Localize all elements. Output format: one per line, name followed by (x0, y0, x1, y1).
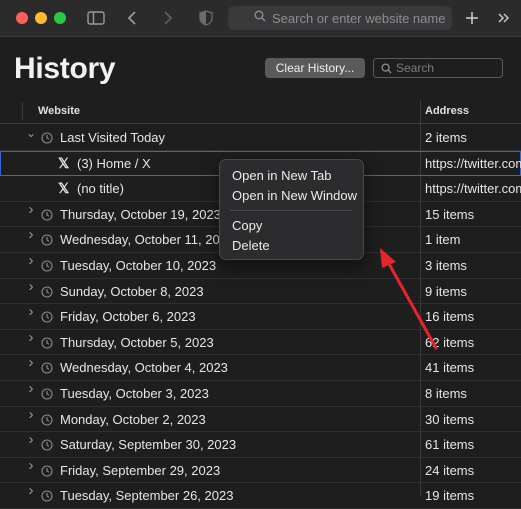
address-bar-placeholder: Search or enter website name (272, 10, 446, 26)
sidebar-icon[interactable] (86, 7, 106, 29)
x-site-icon: 𝕏 (58, 180, 70, 197)
chevron-right-icon[interactable]: › (26, 483, 36, 498)
history-group-row[interactable]: › Saturday, September 30, 2023 61 items (0, 432, 521, 458)
page-title: History (14, 52, 116, 85)
chevron-right-icon[interactable]: › (26, 432, 36, 447)
group-date-label: Friday, September 29, 2023 (60, 462, 221, 478)
chevron-right-icon[interactable]: › (26, 355, 36, 370)
clock-icon (41, 208, 53, 226)
close-window-button[interactable] (16, 12, 28, 24)
entry-title: (3) Home / X (77, 155, 151, 171)
group-date-label: Wednesday, October 11, 2023 (60, 232, 235, 248)
group-item-count: 24 items (425, 462, 475, 478)
address-bar[interactable]: Search or enter website name (228, 6, 452, 30)
group-item-count: 41 items (425, 360, 475, 376)
group-item-count: 8 items (425, 385, 467, 401)
group-date-label: Thursday, October 19, 2023 (60, 206, 221, 222)
more-tabs-chevron-icon[interactable] (495, 7, 513, 29)
group-date-label: Friday, October 6, 2023 (60, 309, 196, 325)
clock-icon (41, 310, 53, 328)
chevron-down-icon[interactable]: ⌄ (26, 127, 36, 139)
clear-history-button[interactable]: Clear History... (265, 58, 365, 78)
menu-separator (230, 210, 352, 211)
clock-icon (41, 464, 53, 482)
privacy-shield-icon[interactable] (198, 7, 214, 29)
group-item-count: 15 items (425, 206, 475, 222)
group-item-count: 2 items (425, 130, 467, 145)
column-header-website[interactable]: Website (38, 100, 80, 122)
menu-item-open-new-window[interactable]: Open in New Window (232, 188, 357, 203)
menu-item-delete[interactable]: Delete (232, 238, 270, 253)
clock-icon (41, 285, 53, 303)
history-group-row[interactable]: › Monday, October 2, 2023 30 items (0, 407, 521, 433)
group-date-label: Thursday, October 5, 2023 (60, 334, 214, 350)
chevron-right-icon[interactable]: › (26, 330, 36, 345)
group-date-label: Last Visited Today (60, 130, 166, 145)
clock-icon (41, 336, 53, 354)
column-divider (22, 102, 23, 120)
header-divider (0, 123, 521, 124)
group-date-label: Wednesday, October 4, 2023 (60, 360, 228, 376)
group-date-label: Monday, October 2, 2023 (60, 411, 206, 427)
chevron-right-icon[interactable]: › (26, 381, 36, 396)
minimize-window-button[interactable] (35, 12, 47, 24)
chevron-right-icon[interactable]: › (26, 407, 36, 422)
chevron-right-icon[interactable]: › (26, 304, 36, 319)
new-tab-icon[interactable] (463, 7, 481, 29)
search-icon (254, 9, 266, 27)
clock-icon (41, 131, 53, 149)
history-search-placeholder: Search (396, 61, 435, 75)
toolbar: Search or enter website name (0, 0, 521, 37)
chevron-right-icon[interactable]: › (26, 458, 36, 473)
history-group-row[interactable]: ⌄ Last Visited Today 2 items (0, 125, 521, 151)
chevron-right-icon[interactable]: › (26, 253, 36, 268)
history-group-row[interactable]: › Tuesday, September 26, 2023 19 items (0, 483, 521, 509)
menu-item-open-new-tab[interactable]: Open in New Tab (232, 168, 332, 183)
entry-address: https://twitter.com (425, 181, 521, 197)
group-date-label: Tuesday, October 3, 2023 (60, 385, 209, 401)
annotation-arrow (380, 248, 438, 350)
entry-title: (no title) (77, 181, 124, 197)
history-group-row[interactable]: › Friday, September 29, 2023 24 items (0, 458, 521, 484)
menu-item-copy[interactable]: Copy (232, 218, 262, 233)
history-group-row[interactable]: › Tuesday, October 3, 2023 8 items (0, 381, 521, 407)
zoom-window-button[interactable] (54, 12, 66, 24)
clock-icon (41, 413, 53, 431)
clock-icon (41, 233, 53, 251)
chevron-right-icon[interactable]: › (26, 202, 36, 217)
context-menu: Open in New Tab Open in New Window Copy … (219, 159, 364, 260)
forward-icon[interactable] (160, 7, 176, 29)
clock-icon (41, 361, 53, 379)
history-search-field[interactable]: Search (373, 58, 503, 78)
chevron-right-icon[interactable]: › (26, 227, 36, 242)
entry-address: https://twitter.com (425, 155, 521, 171)
clock-icon (41, 489, 53, 507)
group-item-count: 30 items (425, 411, 475, 427)
search-icon (381, 62, 392, 74)
clock-icon (41, 438, 53, 456)
group-item-count: 61 items (425, 437, 475, 453)
clock-icon (41, 387, 53, 405)
back-icon[interactable] (124, 7, 140, 29)
group-date-label: Tuesday, October 10, 2023 (60, 257, 217, 273)
column-header-address[interactable]: Address (425, 100, 469, 122)
chevron-right-icon[interactable]: › (26, 279, 36, 294)
group-date-label: Saturday, September 30, 2023 (60, 437, 237, 453)
clock-icon (41, 259, 53, 277)
group-date-label: Sunday, October 8, 2023 (60, 283, 204, 299)
x-site-icon: 𝕏 (58, 154, 70, 171)
